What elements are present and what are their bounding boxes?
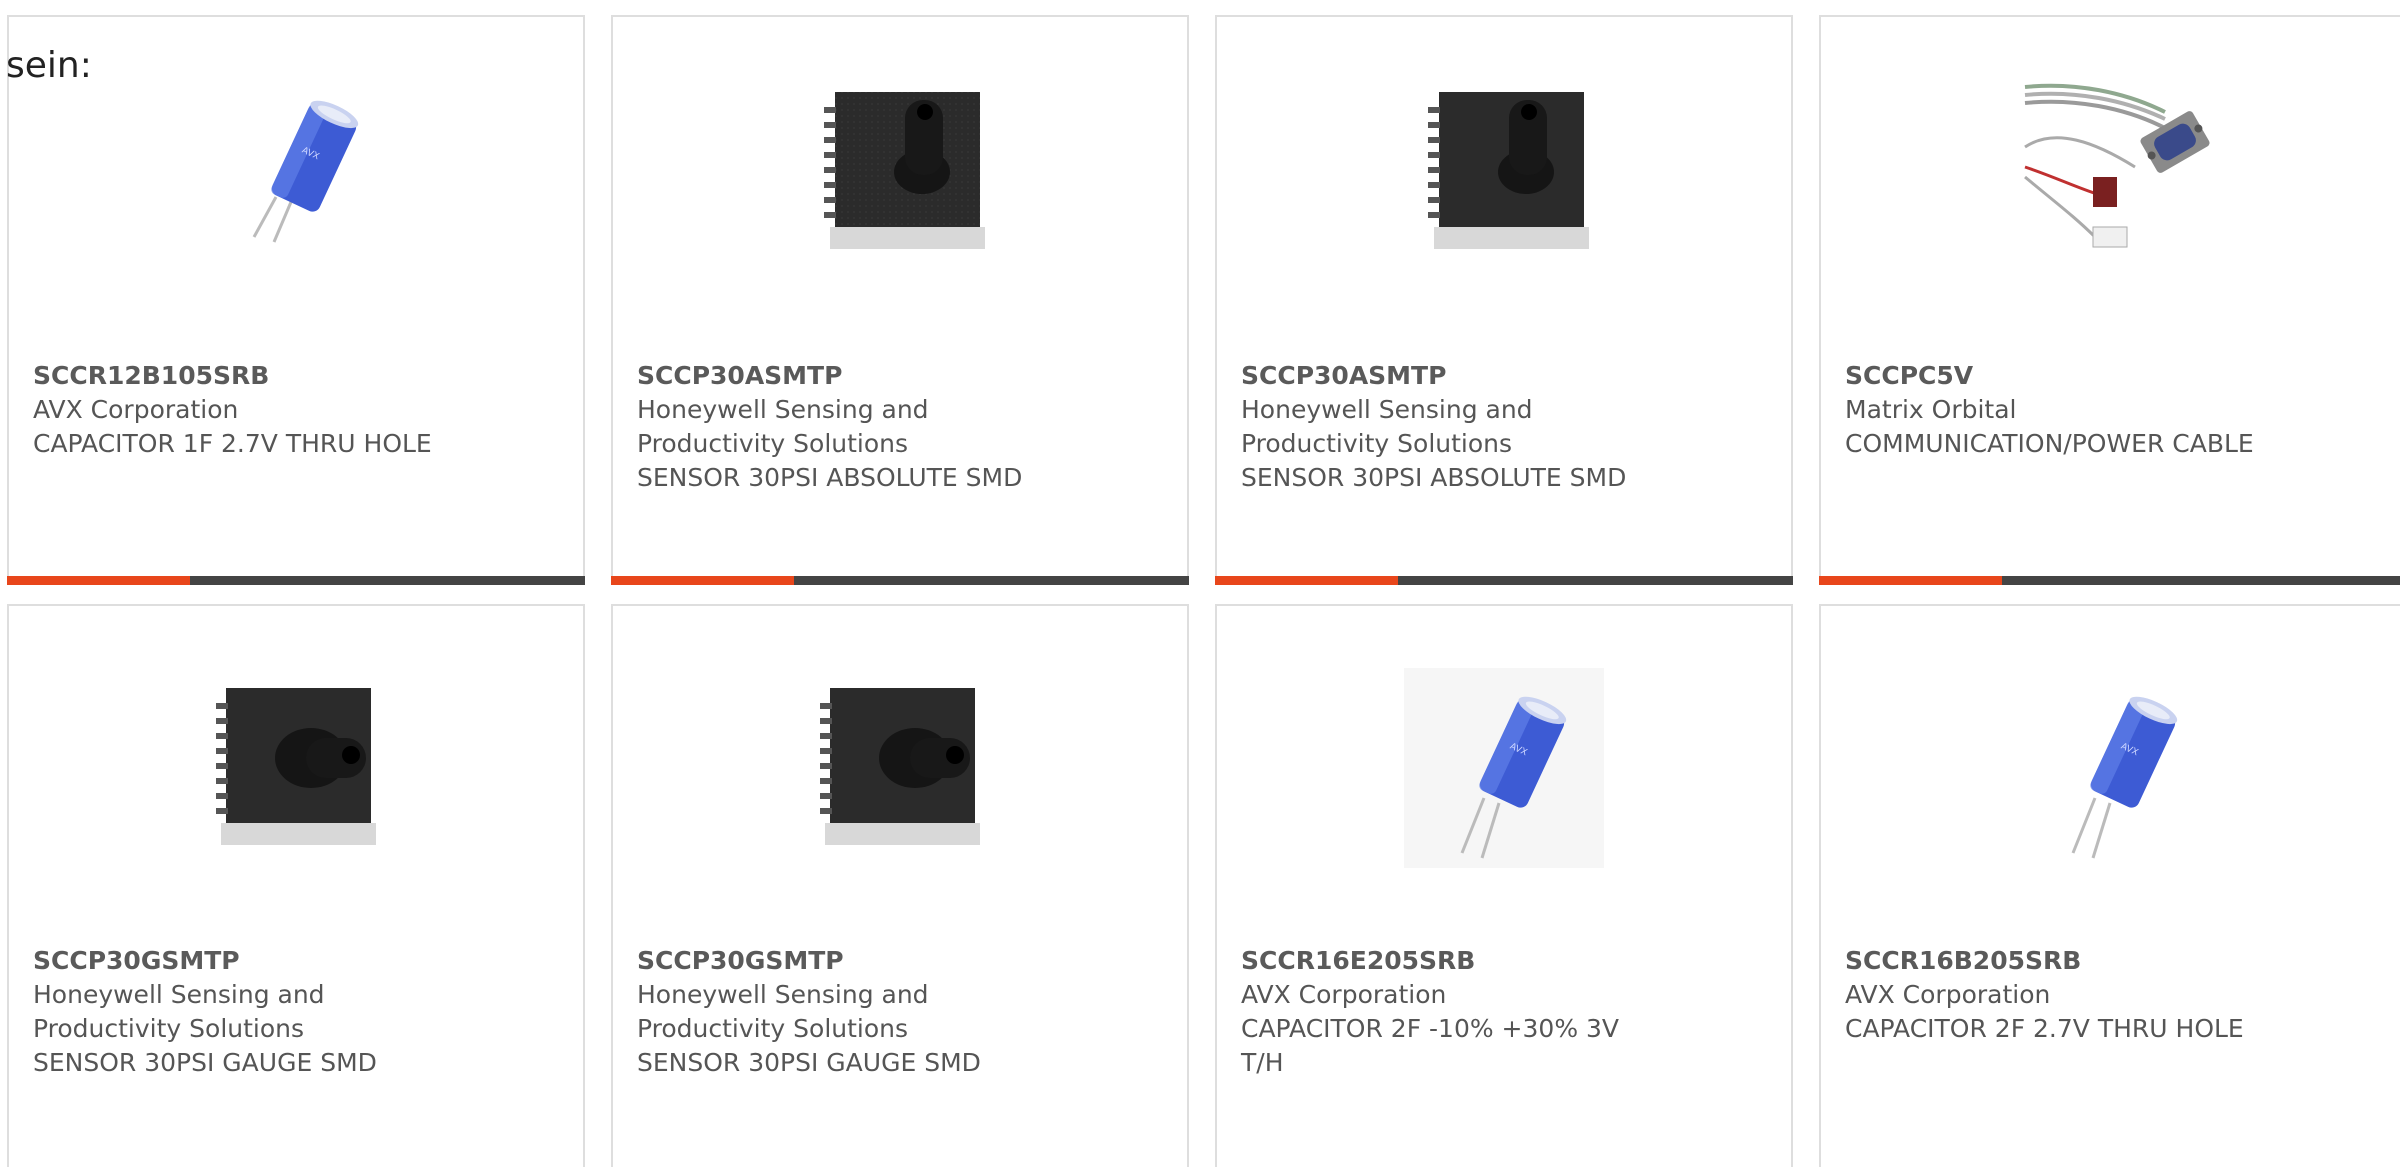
description: SENSOR 30PSI GAUGE SMD xyxy=(33,1048,377,1077)
part-number-link[interactable]: SCCPC5V xyxy=(1845,359,2285,393)
manufacturer: Matrix Orbital xyxy=(1845,395,2017,424)
manufacturer: Productivity Solutions xyxy=(637,1014,909,1043)
manufacturer: Productivity Solutions xyxy=(33,1014,305,1043)
manufacturer: Productivity Solutions xyxy=(637,429,909,458)
product-info: SCCPC5V Matrix Orbital COMMUNICATION/POW… xyxy=(1845,359,2285,461)
description: CAPACITOR 2F -10% +30% 3V xyxy=(1241,1014,1620,1043)
part-number-link[interactable]: SCCP30GSMTP xyxy=(33,944,473,978)
description: SENSOR 30PSI ABSOLUTE SMD xyxy=(637,463,1023,492)
manufacturer: Productivity Solutions xyxy=(1241,429,1513,458)
description: SENSOR 30PSI ABSOLUTE SMD xyxy=(1241,463,1627,492)
product-card[interactable]: SCCP30ASMTP Honeywell Sensing and Produc… xyxy=(1215,15,1793,585)
pressure-sensor-icon[interactable] xyxy=(1404,67,1604,267)
manufacturer: Honeywell Sensing and xyxy=(637,395,929,424)
product-info: SCCR16E205SRB AVX Corporation CAPACITOR … xyxy=(1241,944,1681,1080)
part-number-link[interactable]: SCCP30GSMTP xyxy=(637,944,1077,978)
product-card[interactable]: SCCP30GSMTP Honeywell Sensing and Produc… xyxy=(7,604,585,1167)
product-card[interactable]: SCCP30ASMTP Honeywell Sensing and Produc… xyxy=(611,15,1189,585)
part-number-link[interactable]: SCCR12B105SRB xyxy=(33,359,473,393)
description: CAPACITOR 1F 2.7V THRU HOLE xyxy=(33,429,432,458)
product-info: SCCP30GSMTP Honeywell Sensing and Produc… xyxy=(33,944,473,1080)
pressure-sensor-icon[interactable] xyxy=(800,67,1000,267)
product-info: SCCP30GSMTP Honeywell Sensing and Produc… xyxy=(637,944,1077,1080)
product-grid-page: sein: AVX SCCR12B105SRB AVX Corporation … xyxy=(0,0,2400,1167)
card-accent-bar xyxy=(7,576,585,585)
manufacturer: AVX Corporation xyxy=(33,395,239,424)
product-card[interactable]: SCCPC5V Matrix Orbital COMMUNICATION/POW… xyxy=(1819,15,2400,585)
manufacturer: AVX Corporation xyxy=(1241,980,1447,1009)
product-info: SCCP30ASMTP Honeywell Sensing and Produc… xyxy=(637,359,1077,495)
capacitor-icon[interactable]: AVX xyxy=(2015,668,2215,868)
card-accent-bar xyxy=(1215,576,1793,585)
description: COMMUNICATION/POWER CABLE xyxy=(1845,429,2254,458)
prefix-text: sein: xyxy=(6,45,92,86)
product-card[interactable]: AVX SCCR12B105SRB AVX Corporation CAPACI… xyxy=(7,15,585,585)
card-accent-bar xyxy=(611,576,1189,585)
manufacturer: Honeywell Sensing and xyxy=(1241,395,1533,424)
part-number-link[interactable]: SCCP30ASMTP xyxy=(637,359,1077,393)
capacitor-icon[interactable]: AVX xyxy=(1404,668,1604,868)
description: CAPACITOR 2F 2.7V THRU HOLE xyxy=(1845,1014,2244,1043)
description: T/H xyxy=(1241,1048,1284,1077)
pressure-sensor-icon[interactable] xyxy=(196,668,396,868)
card-accent-bar xyxy=(1819,576,2400,585)
part-number-link[interactable]: SCCR16E205SRB xyxy=(1241,944,1681,978)
product-card[interactable]: AVX SCCR16B205SRB AVX Corporation CAPACI… xyxy=(1819,604,2400,1167)
manufacturer: Honeywell Sensing and xyxy=(637,980,929,1009)
pressure-sensor-icon[interactable] xyxy=(800,668,1000,868)
product-card[interactable]: AVX SCCR16E205SRB AVX Corporation CAPACI… xyxy=(1215,604,1793,1167)
manufacturer: Honeywell Sensing and xyxy=(33,980,325,1009)
description: SENSOR 30PSI GAUGE SMD xyxy=(637,1048,981,1077)
cable-icon[interactable] xyxy=(2015,67,2215,267)
manufacturer: AVX Corporation xyxy=(1845,980,2051,1009)
product-card[interactable]: SCCP30GSMTP Honeywell Sensing and Produc… xyxy=(611,604,1189,1167)
capacitor-icon[interactable]: AVX xyxy=(196,67,396,267)
part-number-link[interactable]: SCCP30ASMTP xyxy=(1241,359,1681,393)
product-info: SCCR16B205SRB AVX Corporation CAPACITOR … xyxy=(1845,944,2285,1046)
product-info: SCCP30ASMTP Honeywell Sensing and Produc… xyxy=(1241,359,1681,495)
product-info: SCCR12B105SRB AVX Corporation CAPACITOR … xyxy=(33,359,473,461)
part-number-link[interactable]: SCCR16B205SRB xyxy=(1845,944,2285,978)
